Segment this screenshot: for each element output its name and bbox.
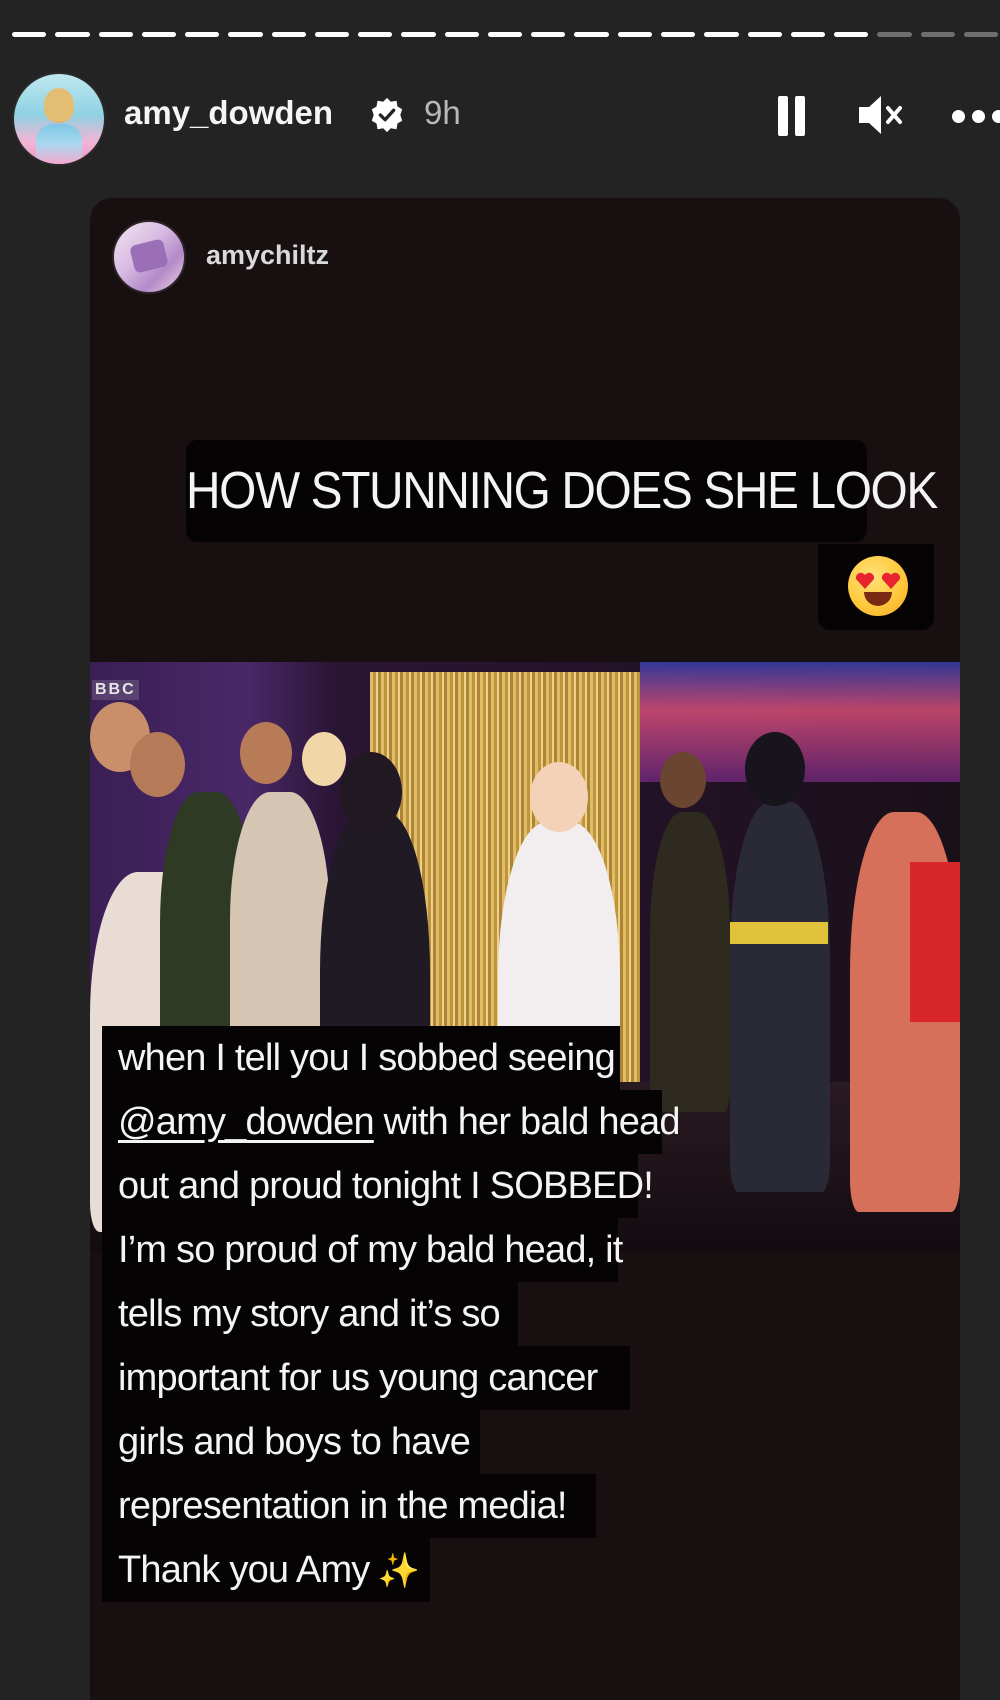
- progress-segment: [401, 32, 436, 37]
- shared-post-avatar[interactable]: [112, 220, 186, 294]
- sparkles-icon: ✨: [377, 1552, 420, 1590]
- progress-segment: [271, 32, 306, 37]
- progress-segment: [314, 32, 350, 37]
- emoji-sticker: [818, 544, 934, 630]
- caption-line: important for us young cancer: [102, 1346, 630, 1410]
- progress-segment: [704, 32, 739, 37]
- progress-segment: [98, 32, 133, 37]
- caption-line: girls and boys to have: [102, 1410, 480, 1474]
- progress-segment: [790, 32, 826, 37]
- mention-link[interactable]: @amy_dowden: [118, 1101, 375, 1143]
- more-options-icon[interactable]: [952, 110, 1000, 124]
- caption-line: when I tell you I sobbed seeing: [102, 1026, 620, 1090]
- progress-segment: [444, 32, 479, 37]
- story-timestamp: 9h: [424, 94, 461, 131]
- progress-segment: [487, 32, 523, 37]
- user-avatar[interactable]: [12, 72, 106, 166]
- verified-badge-icon: [371, 97, 403, 133]
- story-progress-bar: [12, 32, 999, 38]
- progress-segment: [228, 32, 263, 37]
- caption-line: Thank you Amy ✨: [102, 1538, 430, 1602]
- caption-headline: HOW STUNNING DOES SHE LOOK: [186, 440, 938, 542]
- progress-segment: [185, 32, 220, 37]
- utility-belt: [730, 922, 828, 944]
- progress-segment: [834, 32, 869, 37]
- caption-line: representation in the media!: [102, 1474, 596, 1538]
- caption-line: out and proud tonight I SOBBED!: [102, 1154, 654, 1218]
- progress-segment: [12, 32, 47, 37]
- heart-eyes-emoji-icon: [848, 556, 908, 616]
- caption-line: tells my story and it’s so: [102, 1282, 518, 1346]
- progress-segment: [531, 32, 566, 37]
- mute-icon[interactable]: [857, 92, 907, 138]
- caption-line: @amy_dowden with her bald head: [102, 1090, 681, 1154]
- progress-segment: [920, 32, 955, 37]
- progress-segment: [747, 32, 782, 37]
- progress-segment: [617, 32, 652, 37]
- progress-segment: [55, 32, 90, 37]
- story-header: amy_dowden 9h: [0, 70, 1000, 166]
- shared-post-username[interactable]: amychiltz: [206, 240, 329, 271]
- progress-segment: [660, 32, 696, 37]
- progress-segment: [358, 32, 393, 37]
- progress-segment: [574, 32, 609, 37]
- progress-segment: [963, 32, 999, 37]
- progress-segment: [877, 32, 912, 37]
- shared-post-card[interactable]: amychiltz HOW STUNNING DOES SHE LOOK BBC: [90, 198, 960, 1700]
- bbc-watermark: BBC: [92, 680, 139, 700]
- caption-line: I’m so proud of my bald head, it: [102, 1218, 623, 1282]
- story-username[interactable]: amy_dowden: [124, 94, 333, 132]
- progress-segment: [141, 32, 177, 37]
- pause-icon[interactable]: [778, 96, 808, 136]
